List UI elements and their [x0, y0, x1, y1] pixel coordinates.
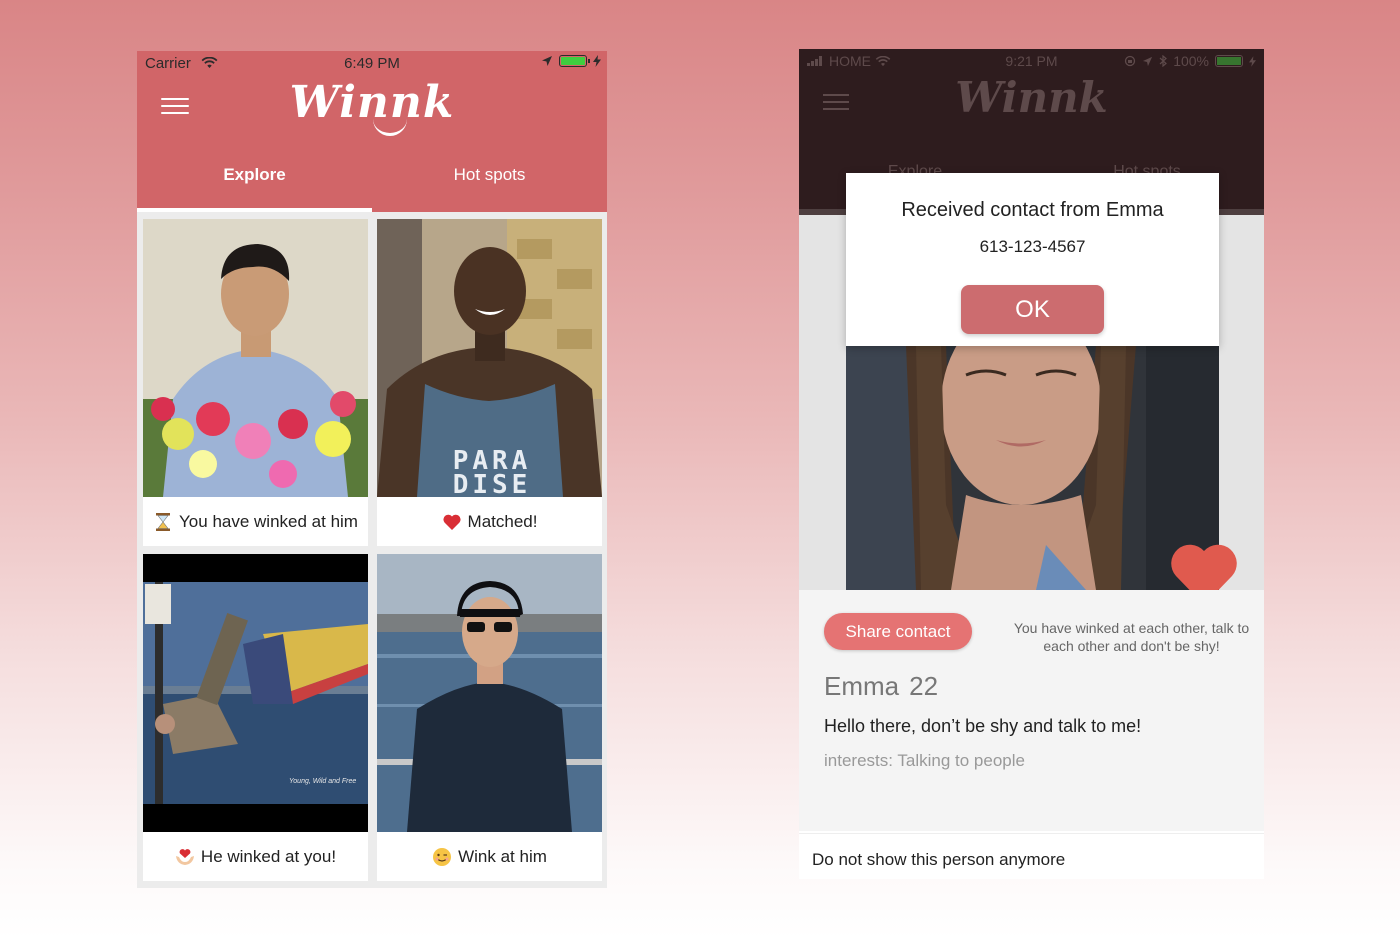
photo-caption: Young, Wild and Free	[289, 778, 357, 785]
profile-card[interactable]: Young, Wild and Free He winked at you!	[143, 554, 368, 881]
profile-name-row: Emma 22	[824, 671, 938, 702]
profile-photo[interactable]: PARA DISE	[377, 219, 602, 497]
profile-bio: Hello there, don’t be shy and talk to me…	[824, 716, 1142, 736]
profile-screen: HOME 9:21 PM 100% Winnk Explore Hot spot…	[799, 49, 1264, 879]
logo-smile	[373, 117, 407, 136]
ok-button[interactable]: OK	[961, 285, 1104, 334]
status-bar: Carrier 6:49 PM	[137, 51, 607, 75]
tab-explore[interactable]: Explore	[137, 165, 372, 185]
wink-status-label[interactable]: You have winked at him	[143, 497, 368, 546]
contact-dialog: Received contact from Emma 613-123-4567 …	[846, 173, 1219, 346]
heart-hands-icon	[175, 848, 194, 865]
charging-icon	[593, 55, 601, 67]
profile-photo[interactable]: Young, Wild and Free	[143, 554, 368, 832]
bluetooth-icon	[1159, 55, 1168, 67]
dialog-phone-number: 613-123-4567	[979, 237, 1086, 256]
shirt-text: PARA DISE	[452, 449, 532, 497]
app-logo: Winnk	[955, 73, 1108, 122]
app-header: Carrier 6:49 PM Winnk Explore Hot spots	[137, 51, 607, 212]
share-contact-button[interactable]: Share contact	[824, 613, 972, 650]
profile-info: Share contact You have winked at each ot…	[799, 590, 1264, 831]
wink-face-icon	[433, 847, 452, 866]
tab-hot-spots[interactable]: Hot spots	[372, 165, 607, 185]
battery-icon	[1215, 55, 1243, 67]
match-status-label[interactable]: Matched!	[377, 497, 602, 546]
battery-icon	[559, 55, 590, 67]
rotation-lock-icon	[1125, 55, 1136, 67]
location-arrow-icon	[542, 56, 552, 66]
card-label: Wink at him	[458, 846, 547, 866]
status-bar: HOME 9:21 PM 100%	[799, 49, 1264, 73]
profile-age: 22	[909, 671, 939, 701]
profile-photo[interactable]	[143, 219, 368, 497]
card-label: He winked at you!	[200, 846, 337, 866]
explore-screen: Carrier 6:49 PM Winnk Explore Hot spots	[137, 51, 607, 888]
wink-action-label[interactable]: Wink at him	[377, 832, 602, 881]
profile-card[interactable]: PARA DISE Matched!	[377, 219, 602, 546]
profile-photo	[846, 345, 1219, 590]
hourglass-icon	[156, 512, 171, 531]
hide-person-row[interactable]: Do not show this person anymore	[799, 833, 1264, 879]
active-tab-indicator	[137, 208, 372, 212]
heart-icon	[442, 514, 461, 530]
profile-name: Emma	[824, 671, 900, 701]
card-label: Matched!	[467, 511, 538, 531]
mutual-wink-message: You have winked at each other, talk to e…	[1013, 620, 1250, 654]
profile-interests: interests: Talking to people	[824, 751, 1025, 770]
card-label: You have winked at him	[179, 511, 358, 531]
status-time: 6:49 PM	[344, 55, 400, 72]
battery-percent: 100%	[1173, 53, 1209, 69]
location-arrow-icon	[1143, 56, 1153, 66]
received-wink-label[interactable]: He winked at you!	[143, 832, 368, 881]
profile-card[interactable]: You have winked at him	[143, 219, 368, 546]
charging-icon	[1249, 55, 1256, 67]
dialog-title: Received contact from Emma	[901, 199, 1164, 221]
profile-photo[interactable]	[377, 554, 602, 832]
app-logo: Winnk	[289, 77, 455, 128]
profile-card[interactable]: Wink at him	[377, 554, 602, 881]
hide-person-link[interactable]: Do not show this person anymore	[812, 850, 1065, 870]
